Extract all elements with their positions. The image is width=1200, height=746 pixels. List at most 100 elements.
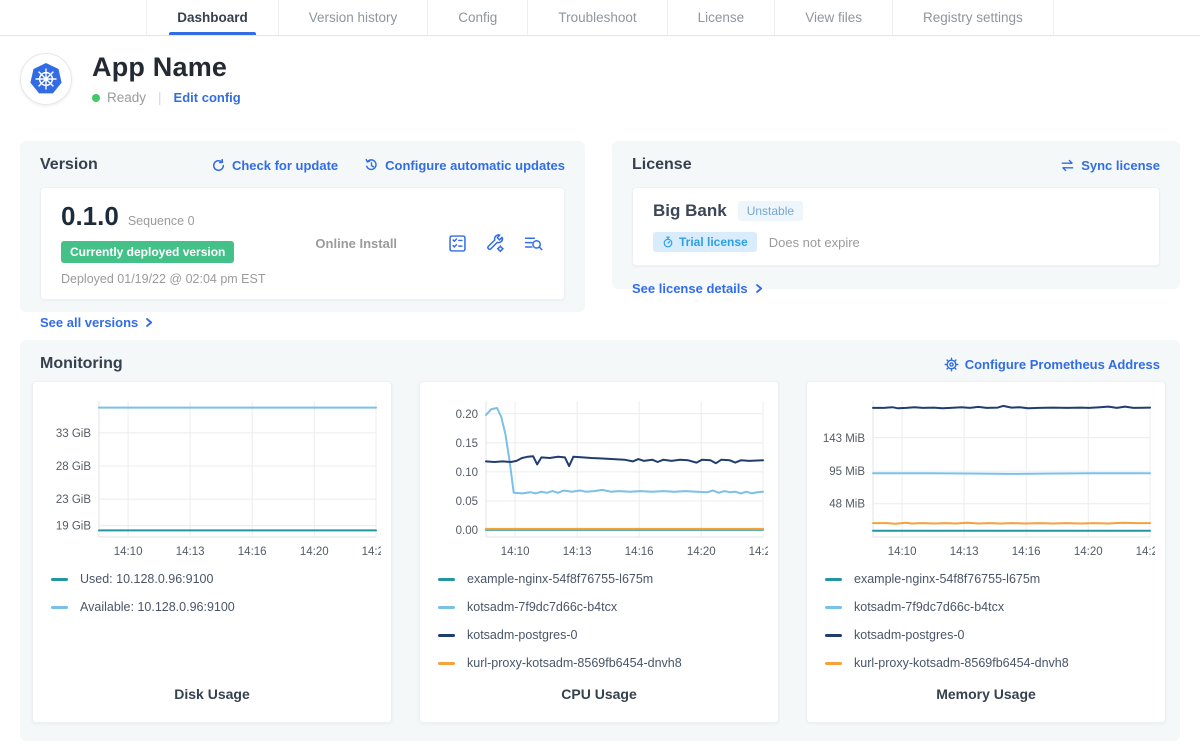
edit-config-link[interactable]: Edit config — [174, 90, 241, 105]
disk-usage-legend: Used: 10.128.0.96:9100 Available: 10.128.… — [45, 572, 379, 686]
chart-title: CPU Usage — [432, 686, 766, 702]
divider: | — [158, 90, 162, 105]
customer-name: Big Bank — [653, 201, 727, 221]
svg-text:0.20: 0.20 — [456, 409, 478, 421]
svg-text:95 MiB: 95 MiB — [829, 466, 865, 478]
svg-text:14:13: 14:13 — [950, 546, 979, 558]
legend-label: kotsadm-postgres-0 — [467, 628, 577, 642]
see-license-details-link[interactable]: See license details — [632, 281, 764, 296]
svg-text:33 GiB: 33 GiB — [56, 428, 91, 440]
legend-color-dash — [51, 606, 68, 609]
configure-prometheus-link[interactable]: Configure Prometheus Address — [944, 357, 1160, 372]
legend-item: example-nginx-54f8f76755-l675m — [825, 572, 1153, 586]
svg-text:0.00: 0.00 — [456, 525, 478, 537]
config-wrench-icon[interactable] — [485, 233, 506, 254]
svg-text:0.15: 0.15 — [456, 438, 478, 450]
page-title: App Name — [92, 52, 241, 83]
license-card: License Sync license Big Bank Unstable — [612, 141, 1180, 289]
legend-color-dash — [438, 578, 455, 581]
svg-text:14:16: 14:16 — [238, 546, 267, 558]
svg-text:23 GiB: 23 GiB — [56, 494, 91, 506]
release-notes-search-icon[interactable] — [523, 233, 544, 254]
status-dot — [92, 94, 100, 102]
svg-text:14:13: 14:13 — [563, 546, 592, 558]
legend-label: kotsadm-7f9dc7d66c-b4tcx — [467, 600, 617, 614]
disk-usage-card: 33 GiB28 GiB23 GiB19 GiB14:1014:1314:161… — [32, 381, 392, 723]
tab-label: Config — [458, 10, 497, 25]
tab-label: Version history — [309, 10, 398, 25]
legend-color-dash — [51, 578, 68, 581]
cpu-usage-chart[interactable]: 0.200.150.100.050.0014:1014:1314:1614:20… — [432, 392, 768, 564]
memory-usage-chart[interactable]: 143 MiB95 MiB48 MiB14:1014:1314:1614:201… — [819, 392, 1155, 564]
legend-label: kurl-proxy-kotsadm-8569fb6454-dnvh8 — [854, 656, 1069, 670]
legend-label: example-nginx-54f8f76755-l675m — [467, 572, 653, 586]
channel-badge: Unstable — [738, 201, 803, 221]
license-card-title: License — [632, 156, 692, 174]
svg-text:14:20: 14:20 — [687, 546, 716, 558]
svg-text:14:23: 14:23 — [362, 546, 381, 558]
legend-item: Used: 10.128.0.96:9100 — [51, 572, 379, 586]
preflight-checklist-icon[interactable] — [447, 233, 468, 254]
kots-dashboard-page: Dashboard Version history Config Troublesho… — [0, 0, 1200, 746]
tab-label: View files — [805, 10, 862, 25]
svg-text:143 MiB: 143 MiB — [823, 433, 866, 445]
monitoring-title: Monitoring — [40, 355, 123, 373]
svg-text:14:10: 14:10 — [888, 546, 917, 558]
see-all-versions-link[interactable]: See all versions — [40, 315, 154, 330]
memory-usage-plot: 143 MiB95 MiB48 MiB14:1014:1314:1614:201… — [819, 392, 1153, 564]
app-header: App Name Ready | Edit config — [20, 52, 241, 105]
legend-label: kotsadm-7f9dc7d66c-b4tcx — [854, 600, 1004, 614]
legend-label: Used: 10.128.0.96:9100 — [80, 572, 213, 586]
chevron-right-icon — [754, 283, 764, 294]
svg-text:14:23: 14:23 — [1136, 546, 1155, 558]
tab-label: Dashboard — [177, 10, 248, 25]
check-for-update-link[interactable]: Check for update — [211, 158, 338, 173]
memory-usage-card: 143 MiB95 MiB48 MiB14:1014:1314:1614:201… — [806, 381, 1166, 723]
monitoring-section: Monitoring Configure Prometheus Address … — [20, 340, 1180, 741]
legend-label: Available: 10.128.0.96:9100 — [80, 600, 235, 614]
tab-registry-settings[interactable]: Registry settings — [892, 0, 1054, 35]
configure-automatic-updates-link[interactable]: Configure automatic updates — [364, 158, 565, 173]
legend-label: example-nginx-54f8f76755-l675m — [854, 572, 1040, 586]
tab-label: Troubleshoot — [558, 10, 636, 25]
svg-text:14:13: 14:13 — [176, 546, 205, 558]
tab-label: Registry settings — [923, 10, 1023, 25]
disk-usage-plot: 33 GiB28 GiB23 GiB19 GiB14:1014:1314:161… — [45, 392, 379, 564]
status-badge: Ready — [107, 90, 146, 105]
refresh-icon — [211, 158, 226, 173]
legend-item: kurl-proxy-kotsadm-8569fb6454-dnvh8 — [438, 656, 766, 670]
tab-version-history[interactable]: Version history — [278, 0, 428, 35]
legend-label: kurl-proxy-kotsadm-8569fb6454-dnvh8 — [467, 656, 682, 670]
expiry-label: Does not expire — [769, 235, 860, 250]
tab-dashboard[interactable]: Dashboard — [146, 0, 278, 35]
legend-item: kurl-proxy-kotsadm-8569fb6454-dnvh8 — [825, 656, 1153, 670]
tab-label: License — [698, 10, 745, 25]
deployed-timestamp: Deployed 01/19/22 @ 02:04 pm EST — [61, 272, 265, 286]
cpu-usage-card: 0.200.150.100.050.0014:1014:1314:1614:20… — [419, 381, 779, 723]
tab-view-files[interactable]: View files — [774, 0, 892, 35]
tab-config[interactable]: Config — [427, 0, 527, 35]
legend-color-dash — [438, 634, 455, 637]
legend-color-dash — [438, 606, 455, 609]
svg-text:28 GiB: 28 GiB — [56, 461, 91, 473]
legend-color-dash — [825, 606, 842, 609]
sequence-label: Sequence 0 — [128, 214, 195, 228]
sync-license-link[interactable]: Sync license — [1060, 158, 1160, 173]
svg-text:14:20: 14:20 — [300, 546, 329, 558]
sync-arrows-icon — [1060, 158, 1075, 173]
legend-color-dash — [825, 662, 842, 665]
trial-license-badge: Trial license — [653, 232, 757, 252]
svg-text:14:23: 14:23 — [749, 546, 768, 558]
tab-troubleshoot[interactable]: Troubleshoot — [527, 0, 666, 35]
legend-label: kotsadm-postgres-0 — [854, 628, 964, 642]
kubernetes-logo-icon — [28, 61, 64, 97]
svg-text:0.10: 0.10 — [456, 467, 478, 479]
chart-title: Disk Usage — [45, 686, 379, 702]
install-type-label: Online Install — [315, 236, 397, 251]
legend-item: kotsadm-7f9dc7d66c-b4tcx — [825, 600, 1153, 614]
version-card: Version Check for update — [20, 141, 585, 312]
tab-license[interactable]: License — [667, 0, 775, 35]
license-panel: Big Bank Unstable Trial license Does not… — [632, 187, 1160, 266]
legend-item: kotsadm-postgres-0 — [438, 628, 766, 642]
disk-usage-chart[interactable]: 33 GiB28 GiB23 GiB19 GiB14:1014:1314:161… — [45, 392, 381, 564]
